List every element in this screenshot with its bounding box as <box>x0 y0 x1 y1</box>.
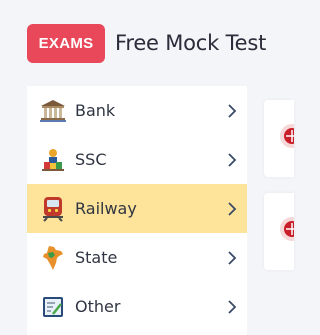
ssc-emblem-icon <box>40 147 66 173</box>
exam-card[interactable] <box>264 193 294 270</box>
menu-item-other[interactable]: Other <box>27 282 247 331</box>
menu-item-label: Bank <box>75 101 116 120</box>
india-map-icon <box>40 245 66 271</box>
exam-card[interactable] <box>264 100 294 177</box>
exam-logo-icon <box>280 217 294 241</box>
bank-building-icon <box>40 98 66 124</box>
chevron-right-icon <box>228 201 237 216</box>
header: EXAMS Free Mock Test <box>0 0 287 86</box>
chevron-right-icon <box>228 250 237 265</box>
exam-logo-icon <box>280 124 294 148</box>
exam-category-menu: Bank SSC Railway State Other <box>27 86 247 335</box>
menu-item-label: State <box>75 248 118 267</box>
exam-card-list <box>264 100 294 335</box>
chevron-right-icon <box>228 152 237 167</box>
menu-item-ssc[interactable]: SSC <box>27 135 247 184</box>
menu-item-label: Other <box>75 297 121 316</box>
train-icon <box>40 196 66 222</box>
page-title: Free Mock Test <box>115 31 267 55</box>
menu-item-railway[interactable]: Railway <box>27 184 247 233</box>
exams-badge[interactable]: EXAMS <box>27 23 105 63</box>
document-edit-icon <box>40 294 66 320</box>
chevron-right-icon <box>228 299 237 314</box>
menu-item-state[interactable]: State <box>27 233 247 282</box>
menu-item-bank[interactable]: Bank <box>27 86 247 135</box>
menu-item-label: SSC <box>75 150 107 169</box>
menu-item-label: Railway <box>75 199 137 218</box>
chevron-right-icon <box>228 103 237 118</box>
